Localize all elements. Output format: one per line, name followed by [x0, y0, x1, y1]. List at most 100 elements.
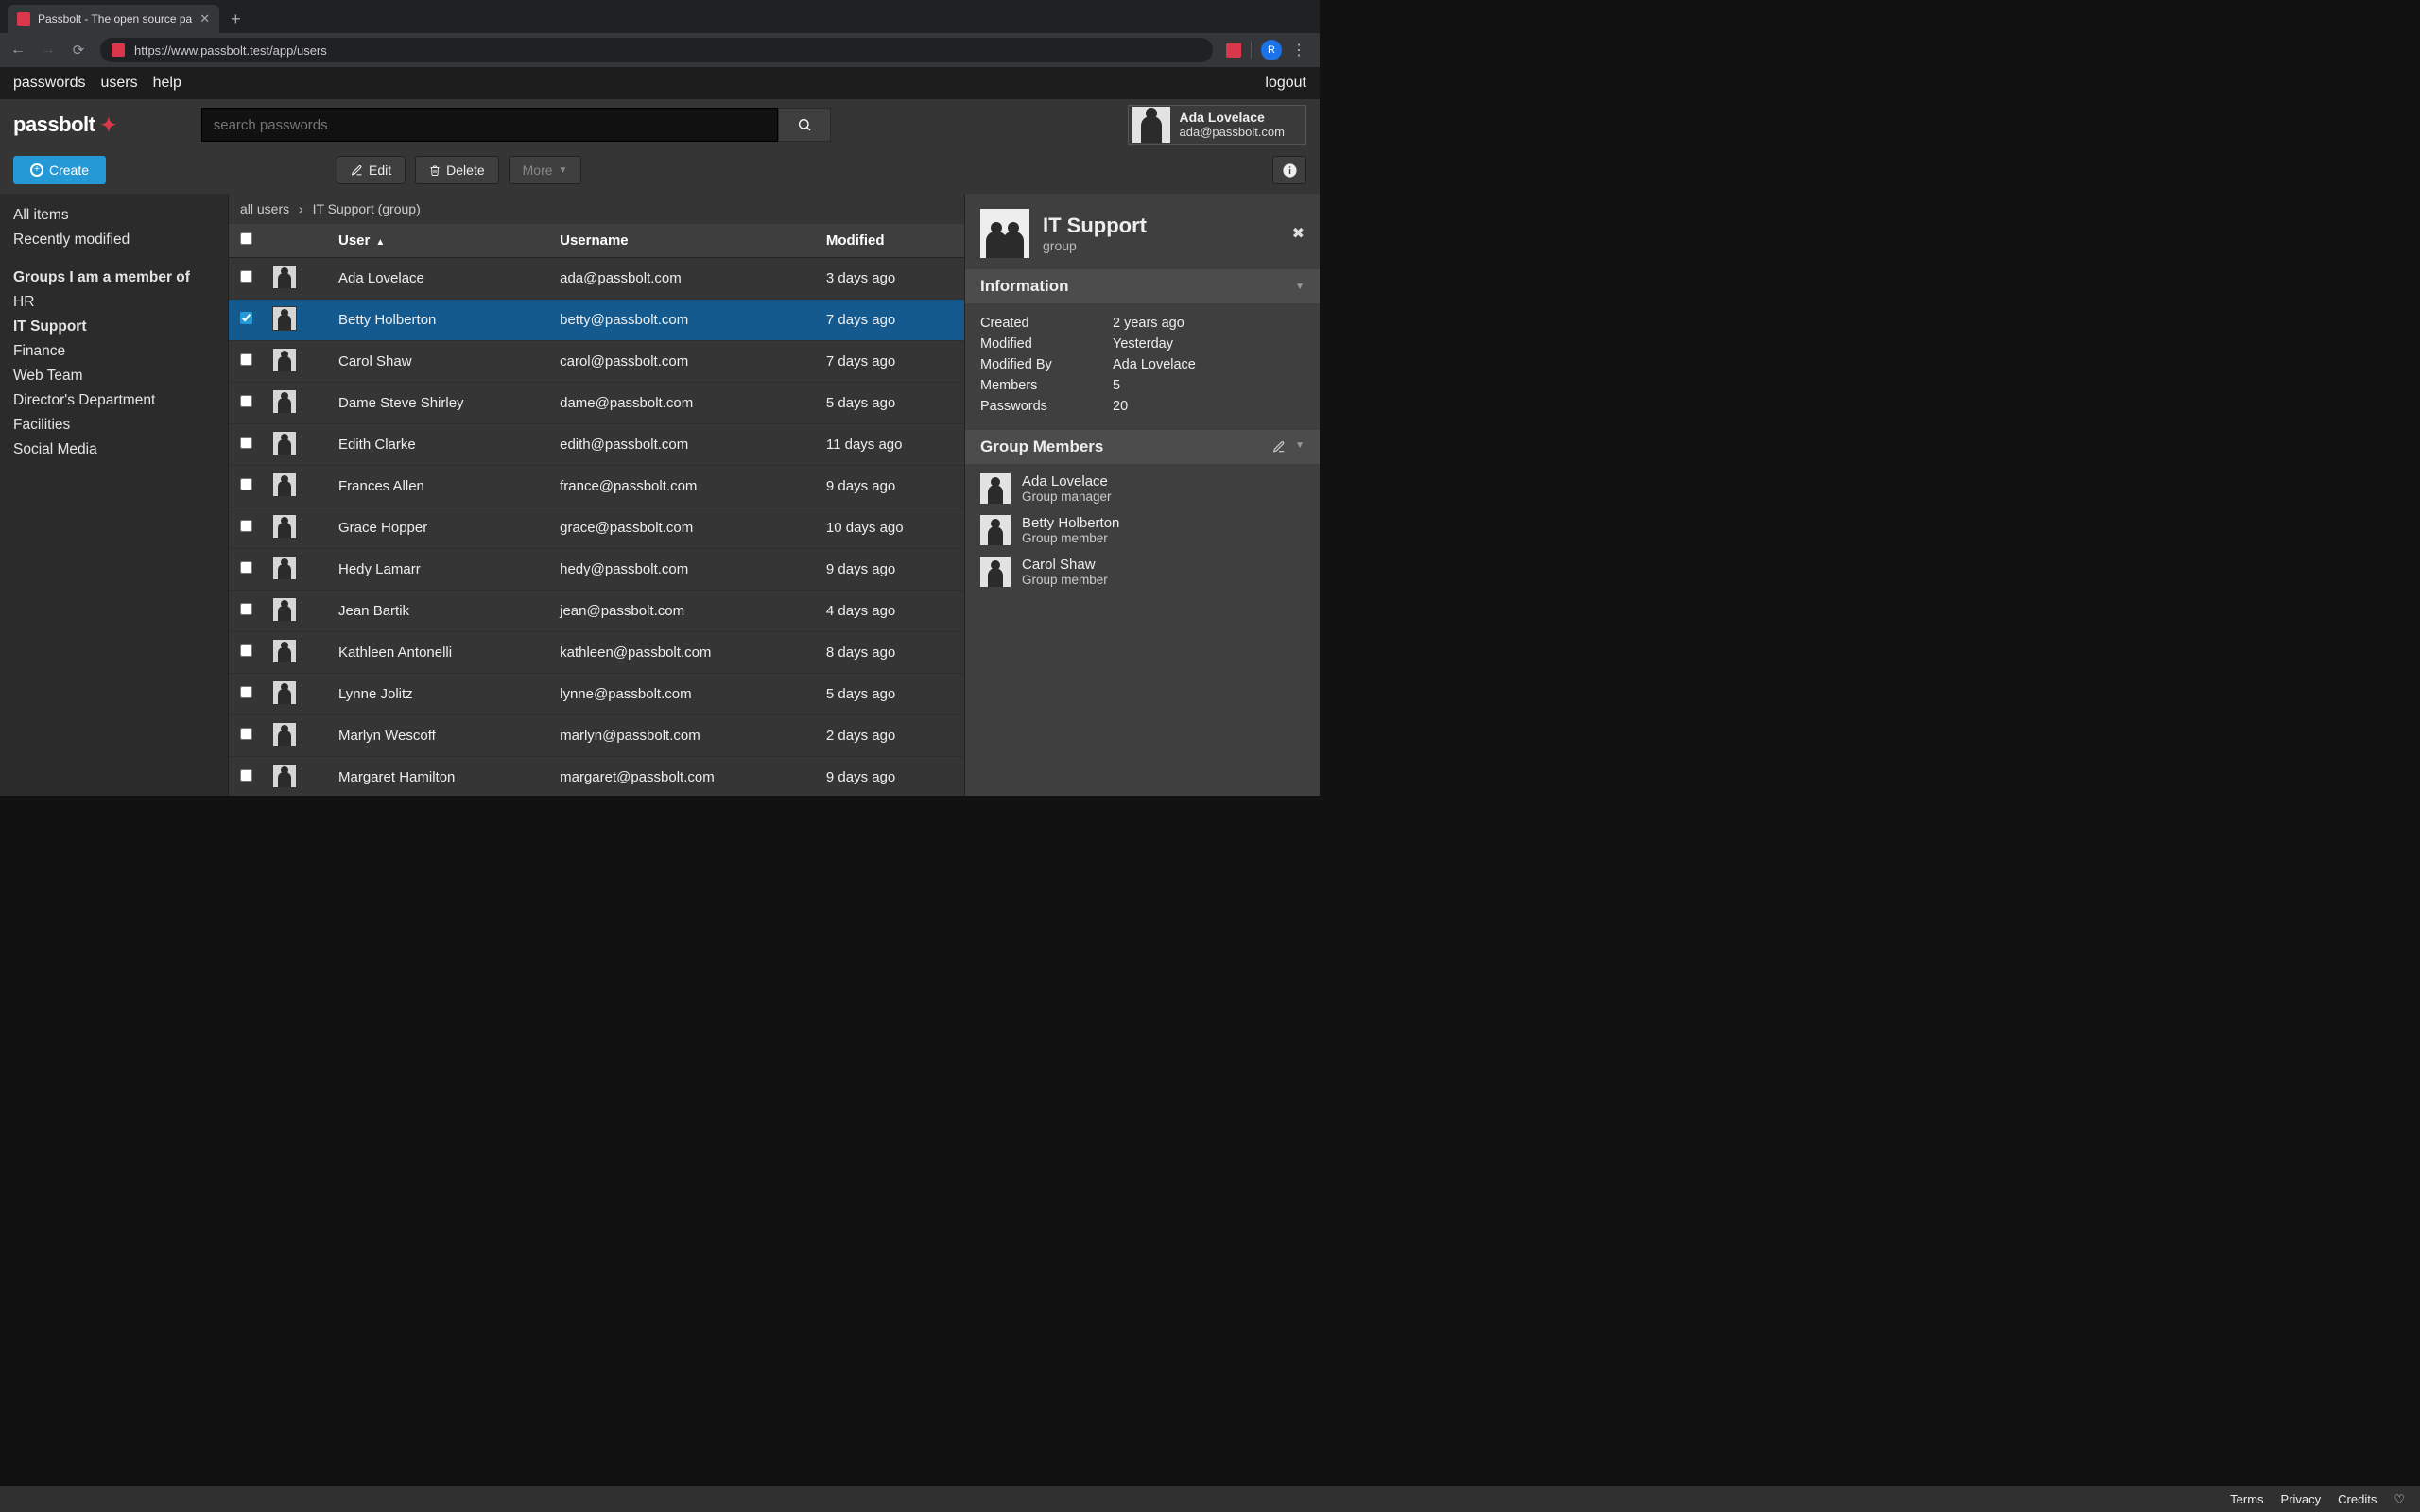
details-information-header[interactable]: Information ▼	[965, 269, 1320, 303]
col-user[interactable]: User▲	[329, 224, 550, 258]
table-row[interactable]: Edith Clarkeedith@passbolt.com11 days ag…	[229, 424, 964, 466]
table-row[interactable]: Marlyn Wescoffmarlyn@passbolt.com2 days …	[229, 715, 964, 757]
app-logo-mark-icon: ✦	[100, 113, 115, 137]
app-top-nav: passwords users help logout	[0, 67, 1320, 99]
table-row[interactable]: Lynne Jolitzlynne@passbolt.com5 days ago	[229, 674, 964, 715]
row-checkbox[interactable]	[240, 478, 252, 490]
forward-icon: →	[40, 42, 57, 59]
row-checkbox[interactable]	[240, 769, 252, 782]
address-bar[interactable]: https://www.passbolt.test/app/users	[100, 38, 1213, 62]
sidebar-all-items[interactable]: All items	[13, 203, 215, 228]
reload-icon[interactable]: ⟳	[70, 42, 87, 59]
app-logo[interactable]: passbolt ✦	[13, 112, 116, 137]
chrome-profile-avatar[interactable]: R	[1261, 40, 1282, 60]
row-username: margaret@passbolt.com	[550, 757, 817, 797]
table-row[interactable]: Kathleen Antonellikathleen@passbolt.com8…	[229, 632, 964, 674]
table-row[interactable]: Carol Shawcarol@passbolt.com7 days ago	[229, 341, 964, 383]
info-toggle-button[interactable]	[1272, 156, 1306, 184]
table-row[interactable]: Jean Bartikjean@passbolt.com4 days ago	[229, 591, 964, 632]
caret-down-icon: ▼	[559, 165, 568, 176]
nav-help[interactable]: help	[153, 75, 182, 92]
row-checkbox[interactable]	[240, 728, 252, 740]
search-input[interactable]	[201, 108, 778, 142]
more-button[interactable]: More ▼	[509, 156, 582, 184]
delete-button[interactable]: Delete	[415, 156, 498, 184]
row-modified: 9 days ago	[817, 466, 964, 507]
sidebar-recently-modified[interactable]: Recently modified	[13, 228, 215, 252]
close-icon[interactable]: ✕	[199, 11, 210, 26]
sidebar-group-item[interactable]: Facilities	[13, 413, 215, 438]
new-tab-button[interactable]: +	[219, 9, 252, 33]
heart-icon[interactable]: ♡	[2394, 1492, 2405, 1507]
breadcrumb-root[interactable]: all users	[240, 201, 289, 216]
chrome-menu-icon[interactable]: ⋮	[1291, 41, 1306, 60]
group-member[interactable]: Ada LovelaceGroup manager	[980, 473, 1305, 504]
group-member[interactable]: Carol ShawGroup member	[980, 557, 1305, 587]
nav-passwords[interactable]: passwords	[13, 75, 85, 92]
avatar	[272, 680, 297, 705]
browser-toolbar: ← → ⟳ https://www.passbolt.test/app/user…	[0, 33, 1320, 67]
create-button[interactable]: + Create	[13, 156, 106, 184]
col-username[interactable]: Username	[550, 224, 817, 258]
row-checkbox[interactable]	[240, 603, 252, 615]
row-checkbox[interactable]	[240, 686, 252, 698]
row-checkbox[interactable]	[240, 270, 252, 283]
caret-down-icon: ▼	[1295, 282, 1305, 292]
app-header: passbolt ✦ Ada Lovelace ada@passbolt.com	[0, 99, 1320, 150]
avatar	[272, 722, 297, 747]
row-user-name: Carol Shaw	[329, 341, 550, 383]
search-button[interactable]	[778, 108, 831, 142]
footer-credits[interactable]: Credits	[2338, 1492, 2377, 1506]
col-modified[interactable]: Modified	[817, 224, 964, 258]
edit-members-icon[interactable]	[1272, 440, 1286, 454]
row-checkbox[interactable]	[240, 312, 252, 324]
back-icon[interactable]: ←	[9, 42, 26, 59]
sidebar-group-item[interactable]: Finance	[13, 339, 215, 364]
row-modified: 10 days ago	[817, 507, 964, 549]
user-table: User▲ Username Modified Ada Lovelaceada@…	[229, 224, 964, 796]
table-row[interactable]: Betty Holbertonbetty@passbolt.com7 days …	[229, 300, 964, 341]
current-user-name: Ada Lovelace	[1180, 110, 1285, 125]
select-all-checkbox[interactable]	[240, 232, 252, 245]
sidebar-group-item[interactable]: HR	[13, 290, 215, 315]
avatar	[272, 556, 297, 580]
footer-terms[interactable]: Terms	[2230, 1492, 2263, 1506]
group-member[interactable]: Betty HolbertonGroup member	[980, 515, 1305, 545]
browser-tab[interactable]: Passbolt - The open source pa ✕	[8, 5, 219, 33]
sidebar: All items Recently modified Groups I am …	[0, 194, 228, 796]
details-members-header[interactable]: Group Members ▼	[965, 430, 1320, 464]
close-details-button[interactable]: ✖	[1292, 224, 1305, 243]
sidebar-group-item[interactable]: Social Media	[13, 438, 215, 462]
sidebar-group-item[interactable]: Director's Department	[13, 388, 215, 413]
row-username: ada@passbolt.com	[550, 258, 817, 300]
row-checkbox[interactable]	[240, 437, 252, 449]
footer-privacy[interactable]: Privacy	[2281, 1492, 2322, 1506]
extension-icon[interactable]	[1226, 43, 1241, 58]
sidebar-group-item[interactable]: IT Support	[13, 315, 215, 339]
row-checkbox[interactable]	[240, 644, 252, 657]
avatar	[272, 597, 297, 622]
row-user-name: Betty Holberton	[329, 300, 550, 341]
nav-logout[interactable]: logout	[1265, 75, 1306, 92]
table-row[interactable]: Grace Hoppergrace@passbolt.com10 days ag…	[229, 507, 964, 549]
table-row[interactable]: Frances Allenfrance@passbolt.com9 days a…	[229, 466, 964, 507]
table-row[interactable]: Ada Lovelaceada@passbolt.com3 days ago	[229, 258, 964, 300]
edit-button[interactable]: Edit	[337, 156, 406, 184]
sidebar-group-item[interactable]: Web Team	[13, 364, 215, 388]
table-row[interactable]: Dame Steve Shirleydame@passbolt.com5 day…	[229, 383, 964, 424]
details-panel: IT Support group ✖ Information ▼ Created…	[964, 194, 1320, 796]
avatar	[272, 348, 297, 372]
current-user-card[interactable]: Ada Lovelace ada@passbolt.com	[1128, 105, 1306, 145]
row-checkbox[interactable]	[240, 520, 252, 532]
row-username: carol@passbolt.com	[550, 341, 817, 383]
row-checkbox[interactable]	[240, 353, 252, 366]
row-checkbox[interactable]	[240, 395, 252, 407]
avatar	[272, 639, 297, 663]
table-row[interactable]: Margaret Hamiltonmargaret@passbolt.com9 …	[229, 757, 964, 797]
table-row[interactable]: Hedy Lamarrhedy@passbolt.com9 days ago	[229, 549, 964, 591]
avatar	[980, 557, 1011, 587]
nav-users[interactable]: users	[100, 75, 137, 92]
row-checkbox[interactable]	[240, 561, 252, 574]
info-value: Ada Lovelace	[1113, 357, 1196, 372]
create-button-label: Create	[49, 163, 89, 178]
